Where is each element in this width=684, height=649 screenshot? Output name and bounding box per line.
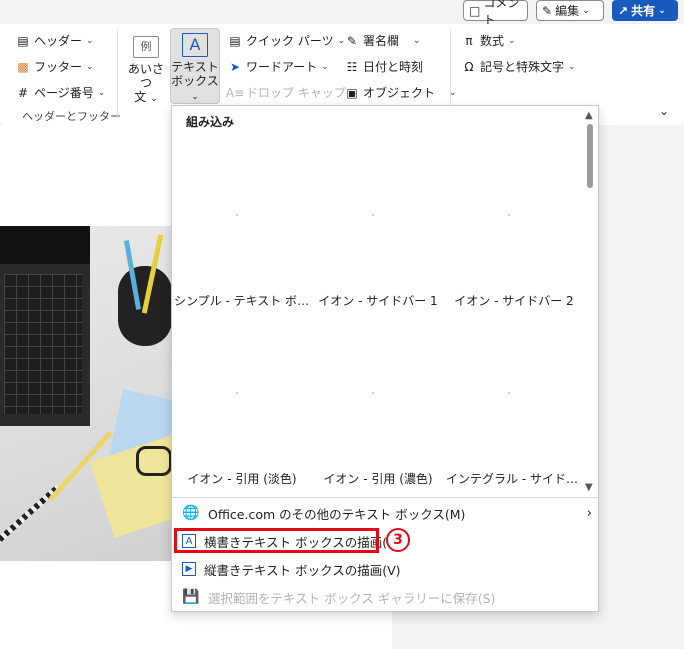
photo-laptop [0,226,90,426]
quick-parts-icon: ▤ [229,33,241,48]
quick-parts-button[interactable]: ▤ クイック パーツ ⌄ [228,32,345,49]
signature-line-button[interactable]: ✎ 署名欄 ⌄ [345,32,421,49]
gallery-scrollbar[interactable]: ▲ ▼ [581,106,599,496]
object-label: オブジェクト [363,86,436,100]
textbox-icon: A [182,33,208,57]
chevron-down-icon: ⌄ [191,92,199,102]
drop-cap-button[interactable]: A≡ ドロップ キャップ ⌄ [225,84,358,101]
page-number-icon: # [17,85,29,100]
symbols-label: 記号と特殊文字 [480,60,565,74]
chevron-down-icon: ⌄ [86,35,94,46]
draw-vertical-textbox-item[interactable]: ▶ 縦書きテキスト ボックスの描画(V) [182,557,592,581]
save-icon: 💾 [182,589,200,605]
footer-label: フッター [34,60,83,74]
more-office-textboxes-item[interactable]: 🌐 Office.com のその他のテキスト ボックス(M) › [182,501,592,525]
header-icon: ▤ [17,33,29,48]
chevron-down-icon: ⌄ [508,35,516,46]
draw-vertical-label: 縦書きテキスト ボックスの描画(V) [204,562,401,578]
gallery-item-ion-quote-dark[interactable]: イオン - 引用 (濃色) [310,284,446,486]
chevron-down-icon: ⌄ [150,94,158,104]
date-time-button[interactable]: ☷ 日付と時刻 [345,58,423,75]
equation-button[interactable]: π 数式 ⌄ [462,32,516,49]
step-highlight-box [174,528,379,553]
chevron-down-icon: ⌄ [658,5,666,16]
gallery-item-caption: インテグラル - サイドバー [446,472,582,486]
gallery-item-ion-sidebar-2[interactable]: イオン - サイドバー 2 [446,106,582,308]
page-number-button[interactable]: # ページ番号 ⌄ [16,84,105,101]
signature-icon: ✎ [346,33,358,48]
header-button[interactable]: ▤ ヘッダー ⌄ [16,32,94,49]
greeting-button[interactable]: 例 あいさつ 文 ⌄ [124,32,168,106]
object-icon: ▣ [346,85,358,100]
chevron-down-icon: ⌄ [337,35,346,46]
menu-divider [172,497,598,498]
group-label-header-footer: ヘッダーとフッター [22,110,121,123]
signature-line-label: 署名欄 [363,34,400,48]
greeting-label-line2: 文 [134,90,147,104]
textbox-label-line1: テキスト [171,60,219,74]
pi-icon: π [465,33,473,48]
gallery-item-simple-textbox[interactable]: シンプル - テキスト ボックス [174,106,310,308]
globe-icon: 🌐 [182,505,200,521]
symbols-button[interactable]: Ω 記号と特殊文字 ⌄ [462,58,576,75]
chevron-down-icon: ⌄ [413,35,421,46]
ribbon-expand-icon[interactable]: ⌄ [659,104,669,118]
more-office-label: Office.com のその他のテキスト ボックス(M) [208,506,466,522]
comment-icon: □ [469,3,481,18]
chevron-down-icon: ⌄ [86,61,94,72]
share-button[interactable]: ↗ 共有 ⌄ [612,0,678,21]
share-label: 共有 [631,4,656,18]
page-number-label: ページ番号 [34,86,94,100]
edit-label: 編集 [555,4,580,18]
gallery-item-caption: イオン - 引用 (淡色) [187,472,297,486]
textbox-label-line2: ボックス [171,74,219,88]
greeting-label-line1: あいさつ [127,62,164,90]
textbox-button[interactable]: A テキスト ボックス ⌄ [170,28,220,104]
wordart-button[interactable]: ➤ ワードアート ⌄ [228,58,329,75]
footer-button[interactable]: ▩ フッター ⌄ [16,58,94,75]
drop-cap-label: ドロップ キャップ [246,86,346,100]
gallery-item-integral-sidebar[interactable]: インテグラル - サイドバー [446,284,582,486]
header-label: ヘッダー [34,34,83,48]
comment-button[interactable]: □ コメント [463,0,528,27]
scroll-up-icon[interactable]: ▲ [585,110,593,121]
drop-cap-icon: A≡ [225,85,245,100]
step-badge: 3 [386,528,410,552]
save-selection-label: 選択範囲をテキスト ボックス ギャラリーに保存(S) [208,590,496,606]
vertical-textbox-icon: ▶ [182,562,196,576]
footer-icon: ▩ [17,59,29,74]
date-time-label: 日付と時刻 [363,60,424,74]
group-divider [117,30,118,118]
chevron-down-icon: ⌄ [97,87,106,98]
equation-label: 数式 [480,34,505,48]
gallery-item-ion-sidebar-1[interactable]: イオン - サイドバー 1 [310,106,446,308]
calendar-icon: ☷ [346,59,358,74]
scroll-thumb[interactable] [587,124,593,188]
share-icon: ↗ [618,3,629,18]
gallery-item-ion-quote-light[interactable]: イオン - 引用 (淡色) [174,284,310,486]
omega-icon: Ω [464,59,474,74]
chevron-down-icon: ⌄ [568,61,576,72]
greeting-icon: 例 [133,36,159,58]
wordart-icon: ➤ [229,59,241,74]
pencil-icon: ✎ [542,3,553,18]
chevron-down-icon: ⌄ [321,61,329,72]
object-button[interactable]: ▣ オブジェクト ⌄ [345,84,456,101]
chevron-down-icon: ⌄ [582,5,590,16]
wordart-label: ワードアート [246,60,318,74]
document-image[interactable] [0,226,172,561]
chevron-right-icon: › [586,505,592,521]
quick-parts-label: クイック パーツ [246,34,334,48]
edit-button[interactable]: ✎ 編集 ⌄ [536,0,604,21]
save-selection-to-gallery-item[interactable]: 💾 選択範囲をテキスト ボックス ギャラリーに保存(S) [182,585,592,609]
gallery-item-caption: イオン - 引用 (濃色) [323,472,433,486]
scroll-down-icon[interactable]: ▼ [585,482,593,493]
title-bar: □ コメント ✎ 編集 ⌄ ↗ 共有 ⌄ [0,0,684,27]
